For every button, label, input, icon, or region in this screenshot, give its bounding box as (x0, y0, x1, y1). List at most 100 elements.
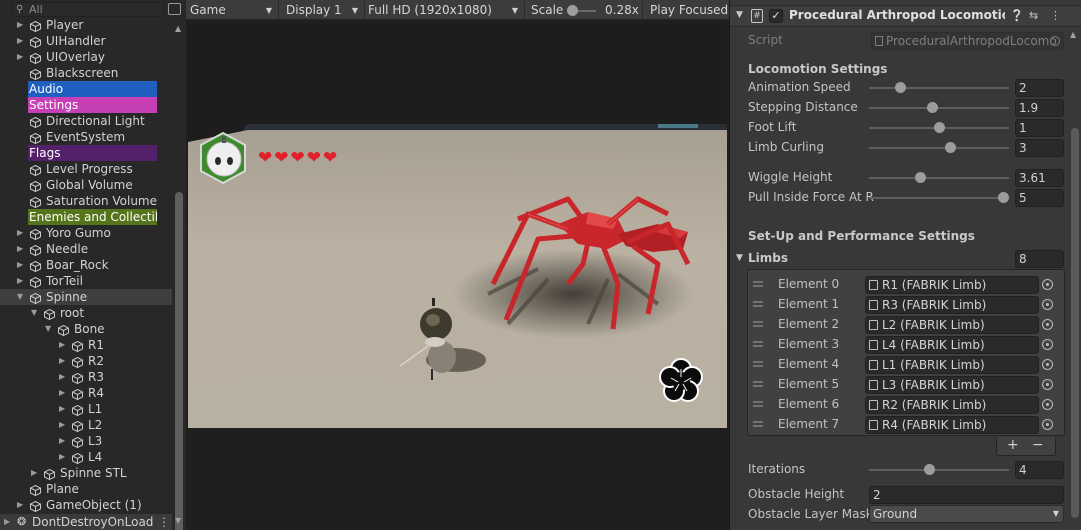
hierarchy-item[interactable]: ▶ Needle (0, 241, 172, 257)
slider-value-field[interactable]: 3.61 (1015, 169, 1064, 187)
expand-arrow-icon[interactable]: ▼ (17, 289, 23, 305)
slider-knob[interactable] (998, 192, 1009, 203)
slider-knob[interactable] (945, 142, 957, 153)
slider-track[interactable] (869, 107, 1009, 109)
expand-arrow-icon[interactable]: ▼ (45, 321, 51, 337)
drag-handle-icon[interactable] (753, 361, 763, 367)
game-viewport[interactable]: ❤ ❤ ❤ ❤ ❤ (188, 24, 727, 428)
slider-knob[interactable] (933, 122, 945, 133)
limb-object-field[interactable]: L2 (FABRIK Limb) (865, 316, 1039, 334)
collapse-arrow-icon[interactable]: ▼ (736, 10, 743, 20)
object-picker-icon[interactable] (1042, 419, 1053, 430)
slider-knob[interactable] (927, 102, 939, 113)
limb-element-row[interactable]: Element 7 R4 (FABRIK Limb) (748, 415, 1064, 435)
hierarchy-item[interactable]: ▼ root (0, 305, 172, 321)
limb-element-row[interactable]: Element 6 R2 (FABRIK Limb) (748, 395, 1064, 415)
slider-track[interactable] (869, 197, 1009, 199)
hierarchy-item[interactable]: ▶ L1 (0, 401, 172, 417)
limb-element-row[interactable]: Element 0 R1 (FABRIK Limb) (748, 275, 1064, 295)
limb-object-field[interactable]: R1 (FABRIK Limb) (865, 276, 1039, 294)
hierarchy-item[interactable]: Plane (0, 481, 172, 497)
hierarchy-item[interactable]: Blackscreen (0, 65, 172, 81)
slider-value-field[interactable]: 1.9 (1015, 99, 1064, 117)
display-dropdown[interactable]: Display 1 ▼ (286, 2, 362, 19)
expand-arrow-icon[interactable]: ▼ (31, 305, 37, 321)
expand-arrow-icon[interactable]: ▶ (59, 417, 65, 433)
iterations-field[interactable]: 4 (1015, 461, 1064, 479)
limbs-count-field[interactable]: 8 (1015, 250, 1064, 268)
limb-object-field[interactable]: R3 (FABRIK Limb) (865, 296, 1039, 314)
slider-value-field[interactable]: 3 (1015, 139, 1064, 157)
obstacle-height-field[interactable]: 2 (869, 486, 1064, 504)
hierarchy-item[interactable]: ▶ R4 (0, 385, 172, 401)
hierarchy-scrollbar[interactable]: ▲ ▼ (172, 20, 186, 530)
view-dropdown[interactable]: Game ▼ (190, 2, 276, 19)
iterations-slider-knob[interactable] (924, 464, 936, 475)
hierarchy-color-header[interactable]: Settings (28, 97, 157, 113)
component-enabled-checkbox[interactable]: ✓ (769, 9, 783, 23)
object-picker-icon[interactable] (1042, 339, 1053, 350)
slider-knob[interactable] (915, 172, 927, 183)
hierarchy-item[interactable]: ▶ GameObject (1) (0, 497, 172, 513)
expand-arrow-icon[interactable]: ▶ (59, 401, 65, 417)
preset-icon[interactable]: ⇆ (1029, 9, 1038, 22)
scroll-up-icon[interactable]: ▲ (1070, 30, 1076, 39)
object-picker-icon[interactable] (1042, 299, 1053, 310)
scale-slider-knob[interactable] (567, 5, 578, 16)
hierarchy-search-input[interactable]: ⚲ All (12, 2, 164, 17)
hierarchy-item[interactable]: ▶ L2 (0, 417, 172, 433)
expand-arrow-icon[interactable]: ▶ (17, 225, 23, 241)
hierarchy-item[interactable]: ▶ R2 (0, 353, 172, 369)
hierarchy-item[interactable]: ▶ L3 (0, 433, 172, 449)
object-picker-icon[interactable] (1042, 399, 1053, 410)
limb-element-row[interactable]: Element 3 L4 (FABRIK Limb) (748, 335, 1064, 355)
hierarchy-item[interactable]: Level Progress (0, 161, 172, 177)
object-picker-icon[interactable] (1042, 379, 1053, 390)
hierarchy-item[interactable]: Directional Light (0, 113, 172, 129)
hierarchy-item[interactable]: ▶ TorTeil (0, 273, 172, 289)
hierarchy-item[interactable]: ▶ L4 (0, 449, 172, 465)
limb-object-field[interactable]: R2 (FABRIK Limb) (865, 396, 1039, 414)
limb-object-field[interactable]: L3 (FABRIK Limb) (865, 376, 1039, 394)
hierarchy-item[interactable]: Saturation Volume (0, 193, 172, 209)
drag-handle-icon[interactable] (753, 301, 763, 307)
expand-arrow-icon[interactable]: ▶ (17, 33, 23, 49)
slider-knob[interactable] (894, 82, 906, 93)
hierarchy-item[interactable]: ▶ R3 (0, 369, 172, 385)
scroll-down-icon[interactable]: ▼ (175, 516, 181, 525)
hierarchy-item[interactable]: ▶ Boar_Rock (0, 257, 172, 273)
hierarchy-lock-icon[interactable] (168, 3, 181, 15)
script-field[interactable]: ProceduralArthropodLocomo (871, 32, 1064, 50)
limb-element-row[interactable]: Element 4 L1 (FABRIK Limb) (748, 355, 1064, 375)
hierarchy-item[interactable]: ▶ UIOverlay (0, 49, 172, 65)
slider-value-field[interactable]: 2 (1015, 79, 1064, 97)
expand-arrow-icon[interactable]: ▶ (59, 385, 65, 401)
expand-arrow-icon[interactable]: ▶ (59, 353, 65, 369)
help-icon[interactable]: ❔ (1010, 9, 1024, 22)
slider-value-field[interactable]: 5 (1015, 189, 1064, 207)
remove-element-button[interactable]: − (1032, 437, 1044, 454)
limb-object-field[interactable]: R4 (FABRIK Limb) (865, 416, 1039, 434)
drag-handle-icon[interactable] (753, 401, 763, 407)
expand-arrow-icon[interactable]: ▶ (17, 273, 23, 289)
hierarchy-item[interactable]: ▼ Bone (0, 321, 172, 337)
expand-arrow-icon[interactable]: ▶ (59, 337, 65, 353)
hierarchy-item[interactable]: Global Volume (0, 177, 172, 193)
expand-arrow-icon[interactable]: ▶ (31, 465, 37, 481)
drag-handle-icon[interactable] (753, 421, 763, 427)
slider-value-field[interactable]: 1 (1015, 119, 1064, 137)
expand-arrow-icon[interactable]: ▶ (17, 17, 23, 33)
expand-arrow-icon[interactable]: ▶ (4, 514, 10, 530)
limb-object-field[interactable]: L1 (FABRIK Limb) (865, 356, 1039, 374)
object-picker-icon[interactable] (1042, 359, 1053, 370)
object-picker-icon[interactable] (1050, 36, 1060, 46)
drag-handle-icon[interactable] (753, 341, 763, 347)
obstacle-layer-mask-dropdown[interactable]: Ground ▼ (869, 505, 1064, 523)
expand-arrow-icon[interactable]: ▶ (17, 49, 23, 65)
resolution-dropdown[interactable]: Full HD (1920x1080) ▼ (368, 2, 522, 19)
inspector-scrollbar[interactable]: ▲ (1067, 28, 1081, 530)
drag-handle-icon[interactable] (753, 381, 763, 387)
play-mode-dropdown[interactable]: Play Focused (650, 2, 730, 19)
expand-arrow-icon[interactable]: ▶ (17, 497, 23, 513)
hierarchy-item[interactable]: ▶ Player (0, 17, 172, 33)
